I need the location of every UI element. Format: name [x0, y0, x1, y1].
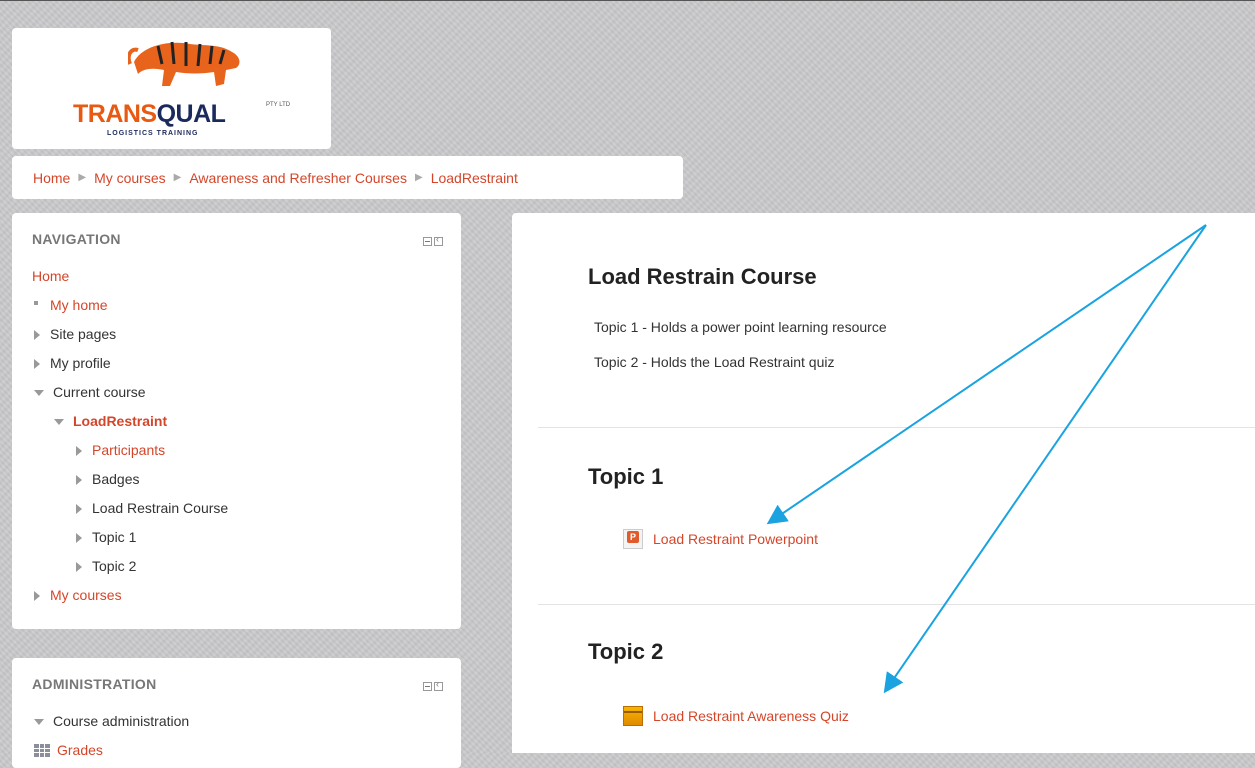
nav-item-home[interactable]: Home	[32, 262, 441, 291]
collapse-arrow-icon[interactable]	[34, 719, 44, 725]
navigation-block: NAVIGATION Home My home Site pages My pr…	[12, 213, 461, 629]
breadcrumb-separator-icon: ▶	[414, 172, 423, 183]
activity-powerpoint-label: Load Restraint Powerpoint	[653, 531, 818, 547]
nav-item-topic-1[interactable]: Topic 1	[32, 523, 441, 552]
administration-block: ADMINISTRATION Course administration Gra…	[12, 658, 461, 768]
nav-item-my-profile[interactable]: My profile	[32, 349, 441, 378]
collapse-arrow-icon[interactable]	[54, 419, 64, 425]
summary-line-2: Topic 2 - Holds the Load Restraint quiz	[594, 354, 835, 370]
minimize-block-icon[interactable]	[423, 237, 432, 246]
dock-block-icon[interactable]	[434, 234, 443, 246]
nav-item-load-restrain-course[interactable]: Load Restrain Course	[32, 494, 441, 523]
logo-tm: PTY LTD	[266, 102, 291, 108]
topic-2-title: Topic 2	[588, 639, 664, 664]
activity-powerpoint-link[interactable]: Load Restraint Powerpoint	[623, 529, 818, 549]
logo-subtitle: LOGISTICS TRAINING	[107, 130, 199, 137]
site-logo[interactable]: TRANSQUAL PTY LTD LOGISTICS TRAINING	[12, 28, 331, 149]
main-content: Load Restrain Course Topic 1 - Holds a p…	[512, 213, 1255, 753]
admin-item-course-administration[interactable]: Course administration	[32, 707, 441, 736]
navigation-title: NAVIGATION	[32, 231, 121, 247]
navigation-block-controls	[423, 234, 443, 246]
summary-line-1: Topic 1 - Holds a power point learning r…	[594, 319, 887, 335]
administration-block-controls	[423, 679, 443, 691]
breadcrumb: Home ▶ My courses ▶ Awareness and Refres…	[12, 156, 683, 199]
section-divider	[538, 604, 1255, 605]
expand-arrow-icon[interactable]	[34, 591, 40, 601]
breadcrumb-separator-icon: ▶	[173, 172, 182, 183]
admin-item-grades[interactable]: Grades	[32, 736, 441, 765]
nav-item-badges[interactable]: Badges	[32, 465, 441, 494]
bullet-icon	[34, 301, 38, 305]
logo-wordmark: TRANSQUAL	[73, 100, 226, 128]
breadcrumb-category[interactable]: Awareness and Refresher Courses	[189, 170, 407, 186]
dock-block-icon[interactable]	[434, 679, 443, 691]
section-divider	[538, 427, 1255, 428]
course-title: Load Restrain Course	[588, 264, 817, 289]
grades-icon	[34, 744, 50, 757]
expand-arrow-icon[interactable]	[76, 533, 82, 543]
nav-item-participants[interactable]: Participants	[32, 436, 441, 465]
expand-arrow-icon[interactable]	[34, 359, 40, 369]
activity-quiz-link[interactable]: Load Restraint Awareness Quiz	[623, 706, 849, 726]
tiger-logo-icon	[128, 41, 240, 86]
nav-item-topic-2[interactable]: Topic 2	[32, 552, 441, 581]
powerpoint-file-icon	[623, 529, 643, 549]
topic-1-title: Topic 1	[588, 464, 664, 489]
breadcrumb-my-courses[interactable]: My courses	[94, 170, 166, 186]
quiz-icon	[623, 706, 643, 726]
expand-arrow-icon[interactable]	[76, 446, 82, 456]
navigation-tree: Home My home Site pages My profile Curre…	[32, 262, 441, 610]
expand-arrow-icon[interactable]	[76, 504, 82, 514]
expand-arrow-icon[interactable]	[76, 475, 82, 485]
collapse-arrow-icon[interactable]	[34, 390, 44, 396]
activity-quiz-label: Load Restraint Awareness Quiz	[653, 708, 849, 724]
nav-item-course[interactable]: LoadRestraint	[32, 407, 441, 436]
nav-item-site-pages[interactable]: Site pages	[32, 320, 441, 349]
nav-item-my-courses[interactable]: My courses	[32, 581, 441, 610]
nav-item-my-home[interactable]: My home	[32, 291, 441, 320]
breadcrumb-separator-icon: ▶	[78, 172, 87, 183]
nav-item-current-course[interactable]: Current course	[32, 378, 441, 407]
window-top-border	[0, 0, 1255, 1]
administration-tree: Course administration Grades	[32, 707, 441, 765]
breadcrumb-home[interactable]: Home	[33, 170, 70, 186]
breadcrumb-course[interactable]: LoadRestraint	[431, 170, 518, 186]
expand-arrow-icon[interactable]	[76, 562, 82, 572]
minimize-block-icon[interactable]	[423, 682, 432, 691]
expand-arrow-icon[interactable]	[34, 330, 40, 340]
administration-title: ADMINISTRATION	[32, 676, 157, 692]
